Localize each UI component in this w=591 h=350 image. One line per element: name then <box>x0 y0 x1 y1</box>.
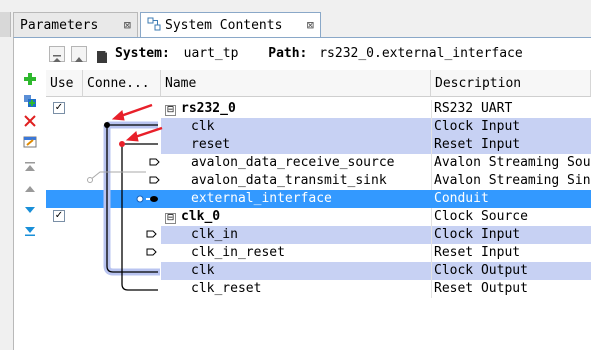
tab-label: Parameters <box>20 18 99 33</box>
collapse-icon[interactable]: ⊟ <box>165 105 176 116</box>
description-cell: Clock Input <box>431 226 591 244</box>
description-cell: Avalon Streaming Sin <box>431 172 591 190</box>
collapse-icon[interactable]: ⊟ <box>165 213 176 224</box>
name-cell: clk_in_reset <box>191 245 285 260</box>
table-row[interactable]: clk Clock Output <box>46 262 591 280</box>
header-use[interactable]: Use <box>46 70 83 97</box>
component-name: clk_0 <box>181 209 221 224</box>
use-cell: ✓ <box>46 100 83 118</box>
name-cell: ⊟ clk_0 <box>161 208 431 226</box>
component-name: rs232_0 <box>181 101 236 116</box>
close-icon[interactable]: ⊠ <box>307 13 314 38</box>
system-label: System: <box>115 46 170 61</box>
edit-icon[interactable] <box>23 135 37 149</box>
table-row[interactable]: avalon_data_transmit_sink Avalon Streami… <box>46 172 591 190</box>
table-row[interactable]: clk_reset Reset Output <box>46 280 591 298</box>
table-row[interactable]: clk_in Clock Input <box>46 226 591 244</box>
close-icon[interactable]: ⊠ <box>124 13 131 38</box>
system-value: uart_tp <box>183 46 239 61</box>
name-cell: external_interface <box>191 191 332 206</box>
tab-left-stub <box>0 12 11 37</box>
go-up-button[interactable] <box>71 46 87 62</box>
use-checkbox[interactable]: ✓ <box>53 102 65 114</box>
header-connections[interactable]: Conne... <box>83 70 161 97</box>
name-cell: clk_in <box>161 226 431 244</box>
header-description[interactable]: Description <box>431 70 591 97</box>
header-name[interactable]: Name <box>161 70 431 97</box>
table-row[interactable]: clk_in_reset Reset Input <box>46 244 591 262</box>
description-cell: Reset Input <box>431 136 591 154</box>
description-cell: Conduit <box>431 190 591 208</box>
path-label: Path: <box>268 46 308 61</box>
tab-parameters[interactable]: Parameters ⊠ <box>13 12 138 37</box>
description-cell: Reset Input <box>431 244 591 262</box>
description-cell: Reset Output <box>431 280 591 298</box>
move-top-icon[interactable] <box>23 160 37 174</box>
tab-system-contents[interactable]: System Contents ⊠ <box>140 12 321 37</box>
name-cell: avalon_data_receive_source <box>191 155 395 170</box>
go-top-button[interactable] <box>49 46 65 62</box>
description-cell: Clock Source <box>431 208 591 226</box>
table-row[interactable]: reset Reset Input <box>46 136 591 154</box>
system-icon <box>95 46 109 63</box>
name-cell: clk_reset <box>191 281 262 296</box>
table-row[interactable]: ✓ ⊟ clk_0 Clock Source <box>46 208 591 226</box>
description-cell: Avalon Streaming Sou <box>431 154 591 172</box>
name-cell: clk <box>161 118 431 136</box>
path-value: rs232_0.external_interface <box>319 46 523 61</box>
description-cell: Clock Output <box>431 262 591 280</box>
description-cell: RS232 UART <box>431 100 591 118</box>
move-bottom-icon[interactable] <box>23 224 37 238</box>
system-contents-table: Use Conne... Name Description ✓ ⊟ rs232_0… <box>46 70 591 349</box>
add-component-icon[interactable] <box>23 94 37 108</box>
go-top-icon <box>53 55 61 62</box>
move-down-icon[interactable] <box>23 203 37 217</box>
tab-bar: Parameters ⊠ System Contents ⊠ <box>0 0 591 37</box>
tab-label: System Contents <box>165 18 283 33</box>
name-cell: reset <box>161 136 431 154</box>
remove-icon[interactable] <box>23 114 37 128</box>
use-cell: ✓ <box>46 208 83 226</box>
name-cell: avalon_data_transmit_sink <box>191 173 387 188</box>
description-cell: Clock Input <box>431 118 591 136</box>
table-row[interactable]: avalon_data_receive_source Avalon Stream… <box>46 154 591 172</box>
table-row-selected[interactable]: external_interface Conduit <box>46 190 591 208</box>
go-up-icon <box>75 57 83 62</box>
name-cell: ⊟ rs232_0 <box>161 100 431 118</box>
add-icon[interactable] <box>23 72 37 86</box>
use-checkbox[interactable]: ✓ <box>53 210 65 222</box>
system-contents-icon <box>147 15 161 31</box>
table-row[interactable]: ✓ ⊟ rs232_0 RS232 UART <box>46 100 591 118</box>
name-cell: clk <box>161 262 431 280</box>
move-up-icon[interactable] <box>23 182 37 196</box>
table-row[interactable]: clk Clock Input <box>46 118 591 136</box>
path-bar: System: uart_tp Path: rs232_0.external_i… <box>43 38 591 70</box>
